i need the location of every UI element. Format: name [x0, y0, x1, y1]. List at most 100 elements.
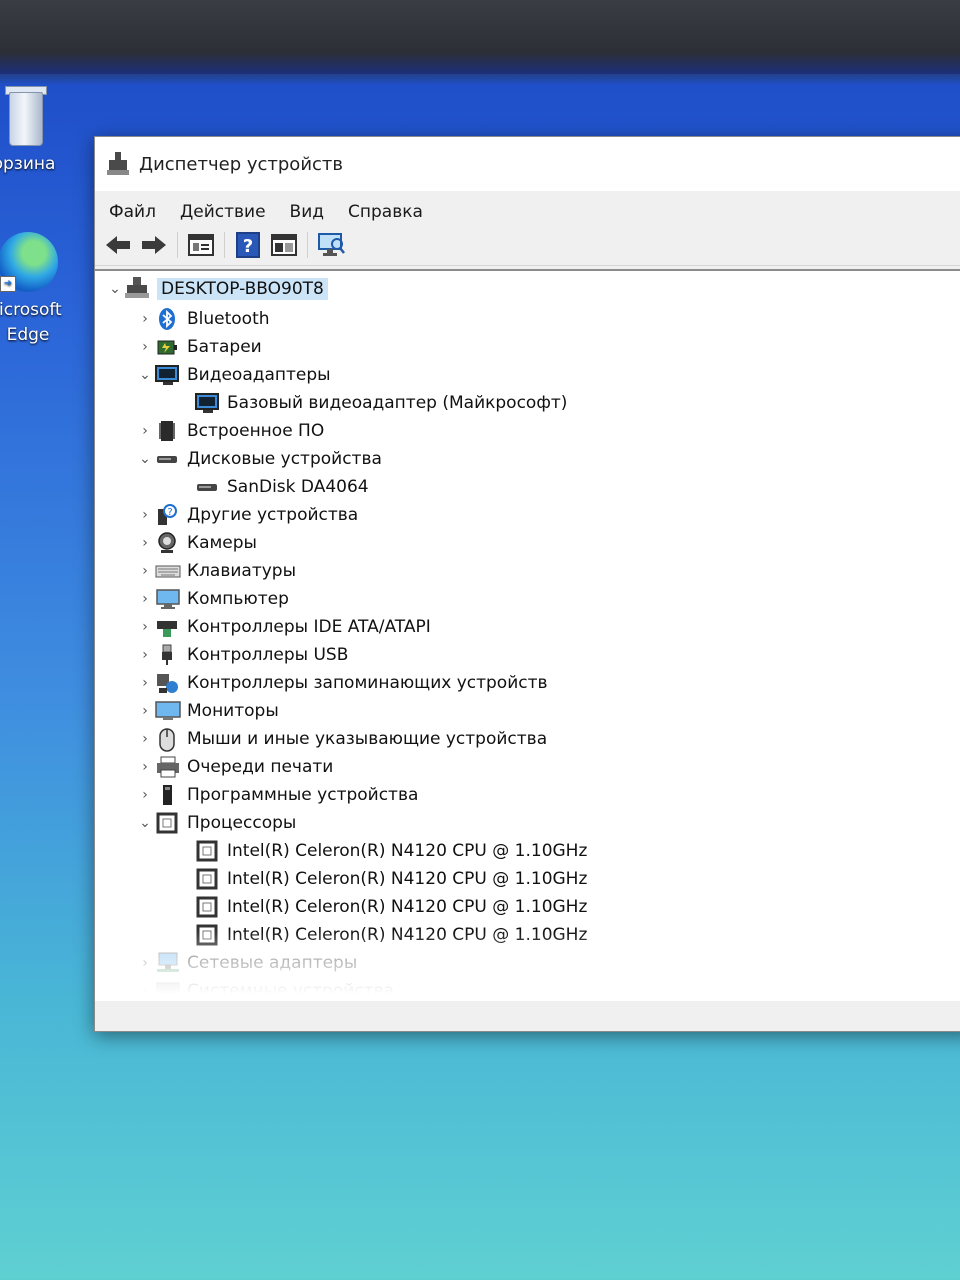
root-computer-name: DESKTOP-BBO90T8 — [157, 278, 328, 300]
processor-icon — [155, 811, 181, 835]
tree-root[interactable]: ⌄ DESKTOP-BBO90T8 — [95, 273, 960, 305]
monitor-scan-icon — [318, 233, 345, 256]
tree-category-item[interactable]: ›? Другие устройства — [95, 501, 960, 529]
tree-device-item[interactable]: Intel(R) Celeron(R) N4120 CPU @ 1.10GHz — [95, 865, 960, 893]
chevron-right-icon[interactable]: › — [135, 563, 155, 579]
scan-hardware-button[interactable] — [316, 230, 346, 260]
keyboard-icon — [155, 559, 181, 583]
tree-device-item[interactable]: Базовый видеоадаптер (Майкрософт) — [95, 389, 960, 417]
tree-category-item[interactable]: › Камеры — [95, 529, 960, 557]
menu-bar: Файл Действие Вид Справка — [95, 191, 960, 225]
chevron-down-icon[interactable]: ⌄ — [105, 281, 125, 297]
tree-item-label: Дисковые устройства — [187, 449, 382, 469]
tree-category-item[interactable]: › Встроенное ПО — [95, 417, 960, 445]
tree-item-label: Батареи — [187, 337, 262, 357]
recycle-bin-label: орзина — [0, 154, 56, 174]
chevron-right-icon[interactable]: › — [135, 731, 155, 747]
other-devices-icon: ? — [155, 503, 181, 527]
tree-category-item[interactable]: › Компьютер — [95, 585, 960, 613]
help-icon: ? — [236, 232, 260, 258]
monitor-bezel — [0, 0, 960, 74]
back-arrow-icon — [106, 236, 130, 254]
title-bar[interactable]: Диспетчер устройств — [95, 137, 960, 191]
menu-action[interactable]: Действие — [180, 202, 266, 225]
svg-text:?: ? — [243, 236, 253, 257]
tree-item-label: Видеоадаптеры — [187, 365, 331, 385]
tree-device-item[interactable]: Intel(R) Celeron(R) N4120 CPU @ 1.10GHz — [95, 837, 960, 865]
tree-category-item[interactable]: ⌄ Процессоры — [95, 809, 960, 837]
menu-help[interactable]: Справка — [348, 202, 423, 225]
forward-arrow-icon — [142, 236, 166, 254]
tree-category-item[interactable]: › Клавиатуры — [95, 557, 960, 585]
chevron-right-icon[interactable]: › — [135, 619, 155, 635]
edge-label-line2: Edge — [6, 325, 50, 345]
usb-icon — [155, 643, 181, 667]
tree-item-label: Встроенное ПО — [187, 421, 325, 441]
tree-category-item[interactable]: › Мониторы — [95, 697, 960, 725]
toolbar-separator — [224, 232, 225, 258]
computer-tower-icon — [125, 277, 151, 301]
tree-device-item[interactable]: SanDisk DA4064 — [95, 473, 960, 501]
tree-category-item[interactable]: › Программные устройства — [95, 781, 960, 809]
tree-category-item[interactable]: ⌄ Дисковые устройства — [95, 445, 960, 473]
tree-category-item[interactable]: › Очереди печати — [95, 753, 960, 781]
tree-category-item[interactable]: › Bluetooth — [95, 305, 960, 333]
chevron-right-icon[interactable]: › — [135, 311, 155, 327]
tree-category-item[interactable]: ⌄ Видеоадаптеры — [95, 361, 960, 389]
tree-item-label: Программные устройства — [187, 785, 419, 805]
chevron-right-icon[interactable]: › — [135, 591, 155, 607]
processor-icon — [195, 867, 221, 891]
desktop-icon-recycle-bin[interactable]: орзина — [0, 84, 66, 174]
tree-category-item[interactable]: › Контроллеры запоминающих устройств — [95, 669, 960, 697]
tree-item-label: Контроллеры USB — [187, 645, 349, 665]
chevron-right-icon[interactable]: › — [135, 759, 155, 775]
tree-item-label: Клавиатуры — [187, 561, 297, 581]
edge-icon: ➜ — [0, 232, 58, 292]
display-adapter-icon — [195, 391, 221, 415]
chevron-down-icon[interactable]: ⌄ — [135, 367, 155, 383]
forward-button[interactable] — [139, 230, 169, 260]
processor-icon — [195, 839, 221, 863]
chevron-right-icon[interactable]: › — [135, 535, 155, 551]
recycle-bin-icon — [1, 84, 47, 150]
tree-item-label: Процессоры — [187, 813, 297, 833]
window-title: Диспетчер устройств — [139, 153, 344, 175]
menu-view[interactable]: Вид — [290, 202, 324, 225]
device-manager-app-icon — [107, 152, 129, 176]
help-button[interactable]: ? — [233, 230, 263, 260]
chevron-right-icon[interactable]: › — [135, 787, 155, 803]
properties-button[interactable] — [186, 230, 216, 260]
firmware-icon — [155, 419, 181, 443]
view-button[interactable] — [269, 230, 299, 260]
menu-file[interactable]: Файл — [109, 202, 156, 225]
tree-category-item[interactable]: › Контроллеры IDE ATA/ATAPI — [95, 613, 960, 641]
tree-item-label: Компьютер — [187, 589, 289, 609]
tree-device-item[interactable]: Intel(R) Celeron(R) N4120 CPU @ 1.10GHz — [95, 893, 960, 921]
bluetooth-icon — [155, 307, 181, 331]
monitor-icon — [155, 699, 181, 723]
chevron-down-icon[interactable]: ⌄ — [135, 815, 155, 831]
chevron-right-icon[interactable]: › — [135, 647, 155, 663]
chevron-right-icon[interactable]: › — [135, 339, 155, 355]
edge-label-line1: licrosoft — [0, 300, 62, 320]
chevron-down-icon[interactable]: ⌄ — [135, 451, 155, 467]
chevron-right-icon[interactable]: › — [135, 507, 155, 523]
view-icon — [271, 234, 297, 256]
toolbar: ? — [95, 225, 960, 266]
disk-drive-icon — [155, 447, 181, 471]
properties-window-icon — [188, 234, 214, 256]
tree-item-label: Мыши и иные указывающие устройства — [187, 729, 548, 749]
toolbar-separator — [307, 232, 308, 258]
tree-category-item[interactable]: › Контроллеры USB — [95, 641, 960, 669]
tree-category-item[interactable]: › Батареи — [95, 333, 960, 361]
mouse-icon — [155, 727, 181, 752]
tree-category-item[interactable]: › Мыши и иные указывающие устройства — [95, 725, 960, 753]
tree-item-label: Intel(R) Celeron(R) N4120 CPU @ 1.10GHz — [227, 841, 588, 861]
chevron-right-icon[interactable]: › — [135, 423, 155, 439]
back-button[interactable] — [103, 230, 133, 260]
toolbar-separator — [177, 232, 178, 258]
chevron-right-icon[interactable]: › — [135, 675, 155, 691]
device-manager-window: Диспетчер устройств Файл Действие Вид Сп… — [94, 136, 960, 1032]
desktop-icon-edge[interactable]: ➜ licrosoft Edge — [0, 232, 70, 348]
chevron-right-icon[interactable]: › — [135, 703, 155, 719]
